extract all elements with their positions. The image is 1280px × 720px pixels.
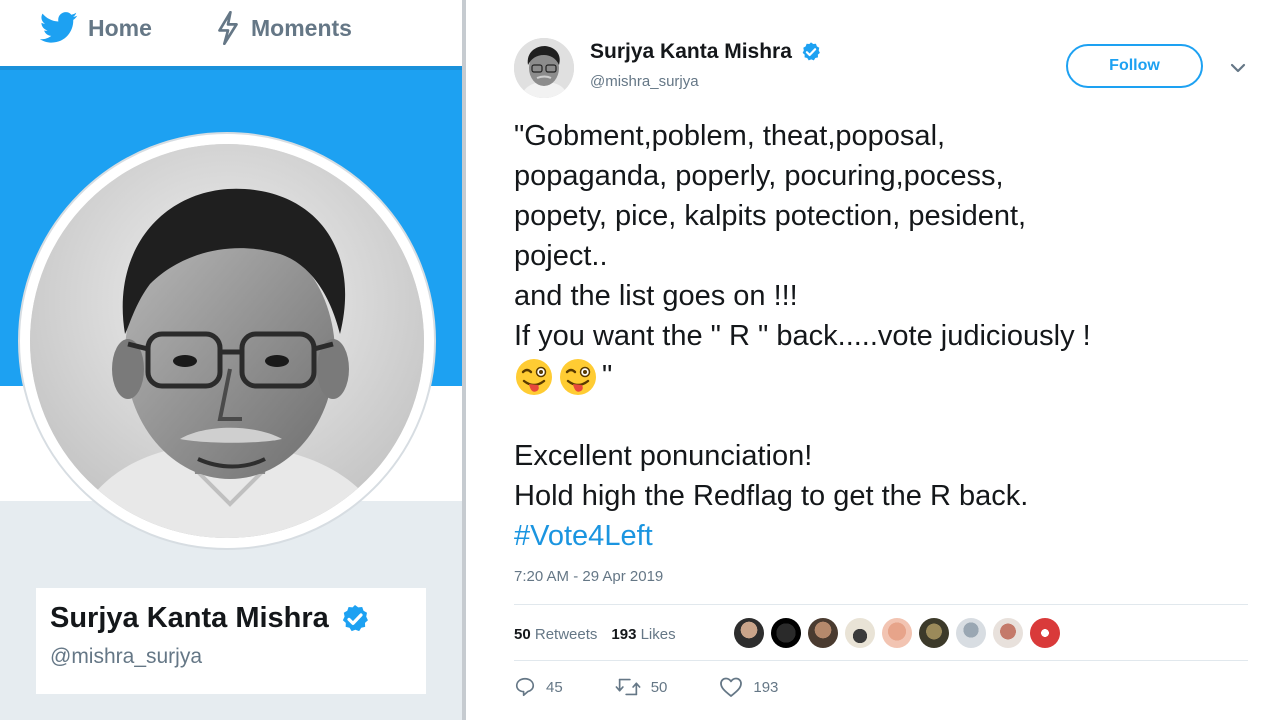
liker-avatar[interactable] — [771, 618, 801, 648]
tweet-text: "Gobment,poblem, theat,poposal, popagand… — [514, 116, 1254, 556]
nav-home[interactable]: Home — [40, 10, 152, 46]
chevron-down-icon[interactable] — [1226, 56, 1250, 80]
likes-stat[interactable]: 193 Likes — [611, 626, 675, 643]
like-button[interactable]: 193 — [719, 676, 778, 698]
retweets-stat[interactable]: 50 Retweets — [514, 626, 597, 643]
tweet-author-name[interactable]: Surjya Kanta Mishra — [590, 40, 792, 64]
tweet-hashtag-line: #Vote4Left — [514, 516, 1254, 556]
portrait-photo — [30, 144, 424, 538]
tweet-line: Excellent ponunciation! — [514, 440, 813, 472]
tweet-line: If you want the " R " back.....vote judi… — [514, 320, 1091, 352]
stats-divider-top — [514, 604, 1248, 605]
winking-face-with-tongue-emoji — [516, 359, 552, 396]
profile-name-row: Surjya Kanta Mishra — [50, 602, 412, 635]
tweet-line: poject.. — [514, 240, 608, 272]
profile-name[interactable]: Surjya Kanta Mishra — [50, 602, 329, 635]
retweets-count: 50 — [514, 625, 531, 643]
tweet-line: Hold high the Redflag to get the R back. — [514, 480, 1029, 512]
nav-moments-label: Moments — [251, 14, 352, 41]
liker-avatar[interactable] — [956, 618, 986, 648]
liker-avatar[interactable] — [734, 618, 764, 648]
author-avatar-photo — [514, 38, 574, 98]
reply-icon — [515, 677, 535, 697]
tweet-closing-quote: " — [602, 360, 613, 392]
winking-face-with-tongue-emoji — [560, 359, 596, 396]
tweet-actions: 45 50 193 — [514, 676, 830, 698]
retweet-button[interactable]: 50 — [615, 676, 668, 698]
profile-panel: Home Moments Surjya Kanta Mishra @mishra… — [0, 0, 462, 720]
nav-home-label: Home — [88, 14, 152, 41]
retweet-action-count: 50 — [650, 678, 668, 696]
liker-avatar[interactable] — [882, 618, 912, 648]
retweet-icon — [615, 678, 641, 696]
liker-avatar[interactable] — [808, 618, 838, 648]
tweet-line: "Gobment,poblem, theat,poposal, — [514, 120, 946, 152]
tweet-timestamp[interactable]: 7:20 AM - 29 Apr 2019 — [514, 568, 663, 585]
liker-avatars — [734, 618, 1060, 648]
likes-label: Likes — [640, 625, 676, 643]
tweet-emoji-line: " — [514, 356, 1254, 396]
liker-avatar[interactable] — [1030, 618, 1060, 648]
tweet-line: popaganda, poperly, pocuring,pocess, — [514, 160, 1004, 192]
follow-button[interactable]: Follow — [1066, 44, 1203, 88]
tweet-author-avatar[interactable] — [514, 38, 574, 98]
tweet-line: and the list goes on !!! — [514, 280, 798, 312]
lightning-icon — [218, 11, 238, 45]
profile-handle[interactable]: @mishra_surjya — [50, 645, 412, 669]
like-action-count: 193 — [753, 678, 779, 696]
profile-name-card: Surjya Kanta Mishra @mishra_surjya — [36, 588, 426, 694]
hashtag-link[interactable]: #Vote4Left — [514, 520, 653, 552]
liker-avatar[interactable] — [919, 618, 949, 648]
tweet-line: popety, pice, kalpits potection, pesiden… — [514, 200, 1027, 232]
top-navigation: Home Moments — [0, 0, 462, 66]
reply-button[interactable]: 45 — [514, 676, 563, 698]
tweet-stats: 50 Retweets 193 Likes — [514, 616, 676, 652]
tweet-author-handle[interactable]: @mishra_surjya — [590, 73, 699, 90]
tweet-author-row: Surjya Kanta Mishra — [590, 40, 822, 64]
twitter-bird-icon — [40, 12, 78, 43]
retweets-label: Retweets — [534, 625, 598, 643]
stats-divider-bottom — [514, 660, 1248, 661]
verified-badge-icon — [342, 604, 368, 631]
reply-count: 45 — [546, 678, 563, 696]
likes-count: 193 — [611, 625, 637, 643]
liker-avatar[interactable] — [845, 618, 875, 648]
tweet-card: Surjya Kanta Mishra @mishra_surjya Follo… — [466, 0, 1280, 720]
verified-badge-icon — [802, 42, 820, 61]
nav-moments[interactable]: Moments — [215, 10, 352, 46]
heart-icon — [720, 677, 743, 697]
liker-avatar[interactable] — [993, 618, 1023, 648]
profile-avatar[interactable] — [30, 144, 424, 538]
